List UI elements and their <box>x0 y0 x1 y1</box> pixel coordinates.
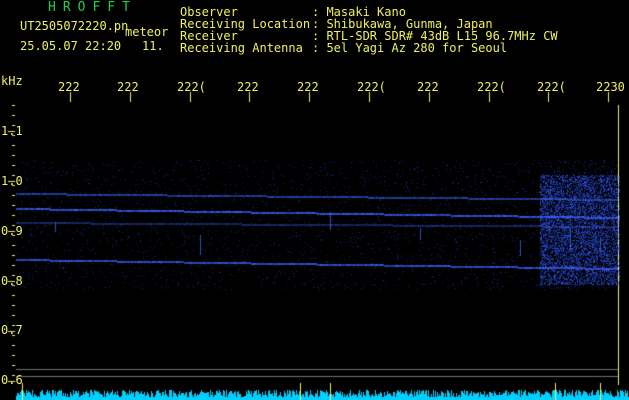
time-tick: 222( <box>477 80 506 94</box>
meteor-tag: meteor <box>125 25 169 39</box>
spectrogram-canvas <box>0 0 629 400</box>
time-tick: 222( <box>177 80 206 94</box>
freq-tick: 0.6 <box>1 373 23 387</box>
freq-tick: 0.9 <box>1 224 23 238</box>
freq-tick: 0.7 <box>1 323 23 337</box>
time-tick: 2230 <box>596 80 625 94</box>
antenna-label: Receiving Antenna <box>180 41 303 55</box>
filename-label: UT2505072220.pn <box>20 19 129 33</box>
count-label: 11. <box>142 39 164 53</box>
freq-tick: 1.0 <box>1 174 23 188</box>
freq-tick: 1.1 <box>1 124 23 138</box>
time-tick: 222 <box>297 80 319 94</box>
antenna-value: : 5el Yagi Az 280 for Seoul <box>312 41 508 55</box>
freq-tick: 0.8 <box>1 274 23 288</box>
time-tick: 222 <box>237 80 259 94</box>
datetime-label: 25.05.07 22:20 <box>20 39 122 53</box>
time-tick: 222( <box>357 80 386 94</box>
time-tick: 222 <box>417 80 439 94</box>
time-tick: 222 <box>117 80 139 94</box>
time-tick: 222( <box>537 80 566 94</box>
freq-unit-label: kHz <box>1 74 23 88</box>
time-tick: 222 <box>58 80 80 94</box>
app-logo: HROFFT <box>48 0 137 15</box>
